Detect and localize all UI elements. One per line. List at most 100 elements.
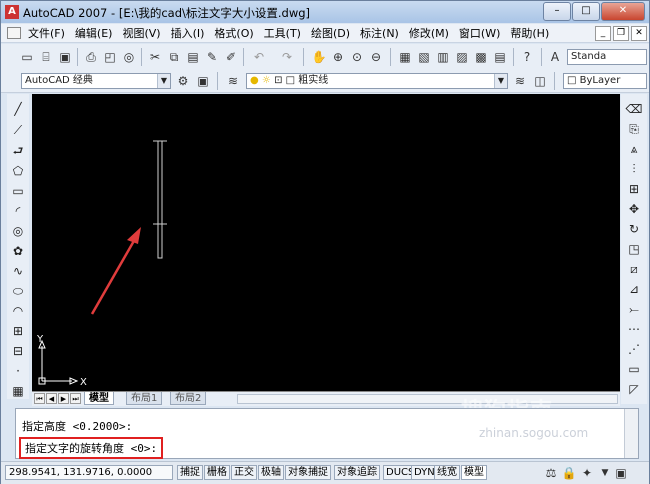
match-properties-icon[interactable]: ✎	[204, 49, 220, 65]
doc-minimize-button[interactable]: _	[595, 26, 611, 41]
last-tab-icon[interactable]: ⏭	[70, 393, 81, 404]
block-editor-icon[interactable]: ✐	[223, 49, 239, 65]
lock-toolbar-icon[interactable]: 🔒	[561, 465, 577, 481]
snap-button[interactable]: 捕捉	[177, 465, 203, 480]
print-preview-icon[interactable]: ◰	[102, 49, 118, 65]
drawing-canvas[interactable]: Y X	[32, 94, 620, 391]
menu-insert[interactable]: 插入(I)	[168, 25, 212, 41]
command-current-line[interactable]: 指定文字的旋转角度 <0>:	[18, 437, 164, 459]
trim-icon[interactable]: ⊿	[625, 280, 643, 298]
copy-object-icon[interactable]: ⎘	[625, 120, 643, 138]
revision-cloud-icon[interactable]: ✿	[9, 242, 27, 260]
menu-window[interactable]: 窗口(W)	[456, 25, 507, 41]
design-center-icon[interactable]: ▧	[416, 49, 432, 65]
join-icon[interactable]: ▭	[625, 360, 643, 378]
tool-palettes-icon[interactable]: ▥	[435, 49, 451, 65]
markup-icon[interactable]: ▩	[473, 49, 489, 65]
save-icon[interactable]: ▣	[57, 49, 73, 65]
copy-icon[interactable]: ⧉	[166, 49, 182, 65]
make-current-layer-icon[interactable]: ≋	[512, 73, 528, 89]
arc-icon[interactable]: ◜	[9, 202, 27, 220]
color-combo[interactable]: □ ByLayer	[563, 73, 647, 89]
insert-block-icon[interactable]: ⊞	[9, 322, 27, 340]
menu-format[interactable]: 格式(O)	[211, 25, 260, 41]
point-icon[interactable]: ·	[9, 362, 27, 380]
array-icon[interactable]: ⊞	[625, 180, 643, 198]
doc-close-button[interactable]: ✕	[631, 26, 647, 41]
polar-button[interactable]: 极轴	[258, 465, 284, 480]
menu-draw[interactable]: 绘图(D)	[308, 25, 357, 41]
model-space-button[interactable]: 模型	[461, 465, 487, 480]
doc-restore-button[interactable]: ❐	[613, 26, 629, 41]
clean-screen-icon[interactable]: ▣	[613, 465, 629, 481]
open-file-icon[interactable]: ⌸	[38, 49, 54, 65]
construction-line-icon[interactable]: ⟋	[9, 121, 27, 139]
break-at-point-icon[interactable]: ⋯	[625, 320, 643, 338]
layer-manager-icon[interactable]: ≋	[225, 73, 241, 89]
tab-model[interactable]: 模型	[84, 392, 114, 405]
scale-icon[interactable]: ◳	[625, 240, 643, 258]
minimize-button[interactable]: –	[543, 2, 571, 21]
make-block-icon[interactable]: ⊟	[9, 342, 27, 360]
chamfer-icon[interactable]: ◸	[625, 380, 643, 398]
communication-center-icon[interactable]: ✦	[579, 465, 595, 481]
grid-button[interactable]: 栅格	[204, 465, 230, 480]
layer-combo[interactable]: ● ☼ ⊡ □ 粗实线 ▼	[246, 73, 508, 89]
horizontal-scrollbar[interactable]	[237, 394, 618, 404]
ellipse-arc-icon[interactable]: ◠	[9, 302, 27, 320]
calculator-icon[interactable]: ▤	[492, 49, 508, 65]
otrack-button[interactable]: 对象追踪	[334, 465, 380, 480]
menu-edit[interactable]: 编辑(E)	[72, 25, 120, 41]
stretch-icon[interactable]: ⧄	[625, 260, 643, 278]
erase-icon[interactable]: ⌫	[625, 100, 643, 118]
tab-layout2[interactable]: 布局2	[170, 392, 207, 405]
menu-file[interactable]: 文件(F)	[25, 25, 72, 41]
redo-icon[interactable]: ↷	[279, 49, 295, 65]
scale-annotation-icon[interactable]: ⚖	[543, 465, 559, 481]
workspace-save-icon[interactable]: ▣	[195, 73, 211, 89]
coordinates-readout[interactable]: 298.9541, 131.9716, 0.0000	[5, 465, 173, 480]
properties-icon[interactable]: ▦	[397, 49, 413, 65]
sheet-set-icon[interactable]: ▨	[454, 49, 470, 65]
pan-icon[interactable]: ✋	[311, 49, 327, 65]
maximize-button[interactable]: □	[572, 2, 600, 21]
paste-icon[interactable]: ▤	[185, 49, 201, 65]
status-menu-chevron-icon[interactable]: ▼	[597, 465, 613, 481]
cut-icon[interactable]: ✂	[147, 49, 163, 65]
ortho-button[interactable]: 正交	[231, 465, 257, 480]
menu-view[interactable]: 视图(V)	[119, 25, 167, 41]
prev-tab-icon[interactable]: ◀	[46, 393, 57, 404]
rotate-icon[interactable]: ↻	[625, 220, 643, 238]
extend-icon[interactable]: ⤚	[625, 300, 643, 318]
command-scrollbar[interactable]	[624, 409, 638, 458]
new-file-icon[interactable]: ▭	[19, 49, 35, 65]
workspace-combo[interactable]: AutoCAD 经典 ▼	[21, 73, 171, 89]
menu-modify[interactable]: 修改(M)	[406, 25, 456, 41]
ellipse-icon[interactable]: ⬭	[9, 282, 27, 300]
next-tab-icon[interactable]: ▶	[58, 393, 69, 404]
spline-icon[interactable]: ∿	[9, 262, 27, 280]
menu-dimension[interactable]: 标注(N)	[357, 25, 406, 41]
osnap-button[interactable]: 对象捕捉	[285, 465, 331, 480]
autocad-app-icon[interactable]: A	[5, 5, 19, 19]
offset-icon[interactable]: ⫶	[625, 160, 643, 178]
zoom-previous-icon[interactable]: ⊖	[368, 49, 384, 65]
publish-icon[interactable]: ◎	[121, 49, 137, 65]
mirror-icon[interactable]: ⩓	[625, 140, 643, 158]
lineweight-button[interactable]: 线宽	[434, 465, 460, 480]
zoom-window-icon[interactable]: ⊙	[349, 49, 365, 65]
print-icon[interactable]: ⎙	[83, 49, 99, 65]
polyline-icon[interactable]: ⮐	[9, 142, 27, 160]
move-icon[interactable]: ✥	[625, 200, 643, 218]
break-icon[interactable]: ⋰	[625, 340, 643, 358]
menu-tools[interactable]: 工具(T)	[261, 25, 308, 41]
circle-icon[interactable]: ◎	[9, 222, 27, 240]
text-style-icon[interactable]: A	[547, 49, 563, 65]
workspace-settings-icon[interactable]: ⚙	[175, 73, 191, 89]
rectangle-icon[interactable]: ▭	[9, 182, 27, 200]
help-icon[interactable]: ?	[519, 49, 535, 65]
undo-icon[interactable]: ↶	[251, 49, 267, 65]
zoom-realtime-icon[interactable]: ⊕	[330, 49, 346, 65]
hatch-icon[interactable]: ▦	[9, 382, 27, 400]
text-style-combo[interactable]: Standa	[567, 49, 647, 65]
